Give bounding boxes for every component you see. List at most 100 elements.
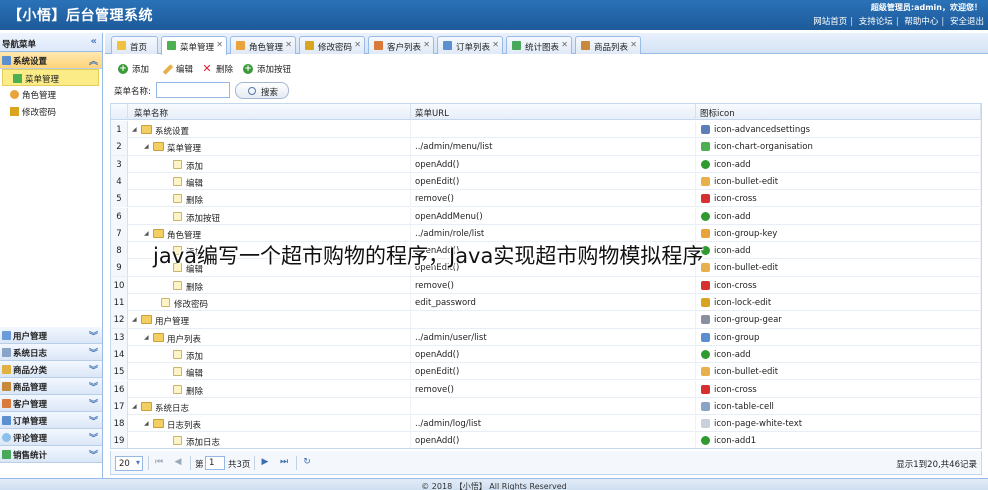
row-number: 5 <box>111 190 128 208</box>
tab-customers[interactable]: 客户列表 ✕ <box>368 36 434 54</box>
table-row[interactable]: 15 编辑 openEdit() icon-bullet-edit <box>111 363 981 381</box>
last-page-icon[interactable]: ⏭ <box>278 457 290 469</box>
table-row[interactable]: 14 添加 openAdd() icon-add <box>111 345 981 364</box>
close-icon[interactable]: ✕ <box>423 40 430 49</box>
sidebar-section-customers[interactable]: 客户管理 ︾ <box>0 395 102 412</box>
tab-products[interactable]: 商品列表 ✕ <box>575 36 641 54</box>
chevron-down-icon: ︾ <box>88 332 98 342</box>
table-row[interactable]: 2 ◢ 菜单管理 ../admin/menu/list icon-chart-organ… <box>111 138 981 156</box>
forum-link[interactable]: 支持论坛 <box>859 17 893 27</box>
prev-page-icon[interactable]: ◀ <box>172 457 184 469</box>
menu-name-cell: ◢ 用户管理 <box>128 311 411 329</box>
sidebar-section-logs[interactable]: 系统日志 ︾ <box>0 344 102 361</box>
refresh-icon[interactable]: ↻ <box>301 457 313 469</box>
column-header-name[interactable]: 菜单名称 <box>128 104 411 120</box>
close-icon[interactable]: ✕ <box>630 40 637 49</box>
add-button[interactable]: + 添加 <box>118 63 149 77</box>
close-icon[interactable]: ✕ <box>354 40 361 49</box>
table-row[interactable]: 17 ◢ 系统日志 icon-table-cell <box>111 397 981 416</box>
sidebar-item-role[interactable]: 角色管理 <box>0 86 102 103</box>
logout-link[interactable]: 安全退出 <box>950 17 984 27</box>
collapse-icon[interactable]: « <box>91 36 97 47</box>
sidebar-section-categories[interactable]: 商品分类 ︾ <box>0 361 102 378</box>
settings-icon <box>2 56 11 65</box>
menu-icon-cell: icon-add1 <box>696 432 981 448</box>
help-link[interactable]: 帮助中心 <box>904 17 938 27</box>
expand-toggle-icon[interactable]: ◢ <box>132 403 137 410</box>
tab-charts[interactable]: 统计图表 ✕ <box>506 36 572 54</box>
close-icon[interactable]: ✕ <box>216 40 223 49</box>
menu-name-input[interactable] <box>156 82 230 98</box>
menu-icon-cell: icon-add <box>696 345 981 363</box>
close-icon[interactable]: ✕ <box>492 40 499 49</box>
menu-url-cell: remove() <box>411 380 696 398</box>
menu-url-cell: edit_password <box>411 294 696 311</box>
table-row[interactable]: 5 删除 remove() icon-cross <box>111 190 981 208</box>
menu-name-cell: 删除 <box>128 380 411 398</box>
next-page-icon[interactable]: ▶ <box>259 457 271 469</box>
add-menu-button[interactable]: + 添加按钮 <box>243 63 291 77</box>
file-icon <box>173 367 182 377</box>
page-number-input[interactable]: 1 <box>205 456 225 470</box>
tab-menu[interactable]: 菜单管理 ✕ <box>161 36 227 55</box>
table-row[interactable]: 10 删除 remove() icon-cross <box>111 276 981 294</box>
sidebar-item-password[interactable]: 修改密码 <box>0 103 102 120</box>
sidebar-item-menu[interactable]: 菜单管理 <box>2 69 99 86</box>
sidebar-section-sales[interactable]: 销售统计 ︾ <box>0 446 102 463</box>
menu-name: 添加 <box>186 351 204 362</box>
tab-role[interactable]: 角色管理 ✕ <box>230 36 296 54</box>
sidebar-section-system[interactable]: 系统设置 ︽ <box>0 52 102 69</box>
close-icon[interactable]: ✕ <box>561 40 568 49</box>
section-label: 商品管理 <box>13 383 48 393</box>
section-label: 用户管理 <box>13 332 48 342</box>
edit-button[interactable]: 编辑 <box>162 63 193 77</box>
expand-toggle-icon[interactable]: ◢ <box>144 143 149 150</box>
sidebar-item-label: 角色管理 <box>22 91 57 101</box>
table-row[interactable]: 18 ◢ 日志列表 ../admin/log/list icon-page-white-… <box>111 415 981 433</box>
first-page-icon[interactable]: ⏮ <box>153 457 165 469</box>
expand-toggle-icon[interactable]: ◢ <box>144 420 149 427</box>
column-header-icon[interactable]: 图标icon <box>696 104 981 120</box>
tab-orders[interactable]: 订单列表 ✕ <box>437 36 503 54</box>
delete-button[interactable]: ✕ 删除 <box>202 63 233 77</box>
table-row[interactable]: 1 ◢ 系统设置 icon-advancedsettings <box>111 121 981 139</box>
row-number: 10 <box>111 276 128 294</box>
table-row[interactable]: 12 ◢ 用户管理 icon-group-gear <box>111 311 981 329</box>
icon-class-text: icon-cross <box>714 194 757 205</box>
chevron-up-icon: ︽ <box>88 57 98 67</box>
page-size-select[interactable]: 20 <box>115 456 143 471</box>
close-icon[interactable]: ✕ <box>285 40 292 49</box>
group-icon <box>2 331 11 340</box>
lock-icon <box>10 107 19 116</box>
table-row[interactable]: 11 修改密码 edit_password icon-lock-edit <box>111 294 981 312</box>
search-button[interactable]: 搜索 <box>235 82 289 99</box>
table-row[interactable]: 6 添加按钮 openAddMenu() icon-add <box>111 207 981 225</box>
table-row[interactable]: 4 编辑 openEdit() icon-bullet-edit <box>111 172 981 191</box>
menu-icon-cell: icon-bullet-edit <box>696 172 981 190</box>
table-row[interactable]: 16 删除 remove() icon-cross <box>111 380 981 398</box>
sidebar-section-users[interactable]: 用户管理 ︾ <box>0 327 102 344</box>
advancedsettings-icon <box>701 125 710 134</box>
sidebar-section-comments[interactable]: 评论管理 ︾ <box>0 429 102 446</box>
group-icon <box>701 332 710 342</box>
search-icon <box>248 87 256 95</box>
sidebar-section-label: 系统设置 <box>13 57 48 67</box>
expand-toggle-icon[interactable]: ◢ <box>132 316 137 323</box>
home-link[interactable]: 网站首页 <box>813 17 847 27</box>
expand-toggle-icon[interactable]: ◢ <box>132 126 137 133</box>
table-row[interactable]: 19 添加日志 openAdd() icon-add1 <box>111 432 981 448</box>
menu-name-cell: 编辑 <box>128 363 411 381</box>
sidebar-section-orders[interactable]: 订单管理 ︾ <box>0 412 102 429</box>
table-row[interactable]: 3 添加 openAdd() icon-add <box>111 155 981 173</box>
tab-password[interactable]: 修改密码 ✕ <box>299 36 365 54</box>
table-row[interactable]: 13 ◢ 用户列表 ../admin/user/list icon-group <box>111 328 981 346</box>
sidebar-section-products[interactable]: 商品管理 ︾ <box>0 378 102 395</box>
tab-label: 首页 <box>130 43 148 53</box>
tab-home[interactable]: 首页 <box>111 36 158 54</box>
column-header-url[interactable]: 菜单URL <box>411 104 696 120</box>
icon-class-text: icon-bullet-edit <box>714 367 779 378</box>
tab-label: 修改密码 <box>318 43 353 53</box>
group-key-icon <box>236 41 245 50</box>
expand-toggle-icon[interactable]: ◢ <box>144 230 149 237</box>
expand-toggle-icon[interactable]: ◢ <box>144 334 149 341</box>
